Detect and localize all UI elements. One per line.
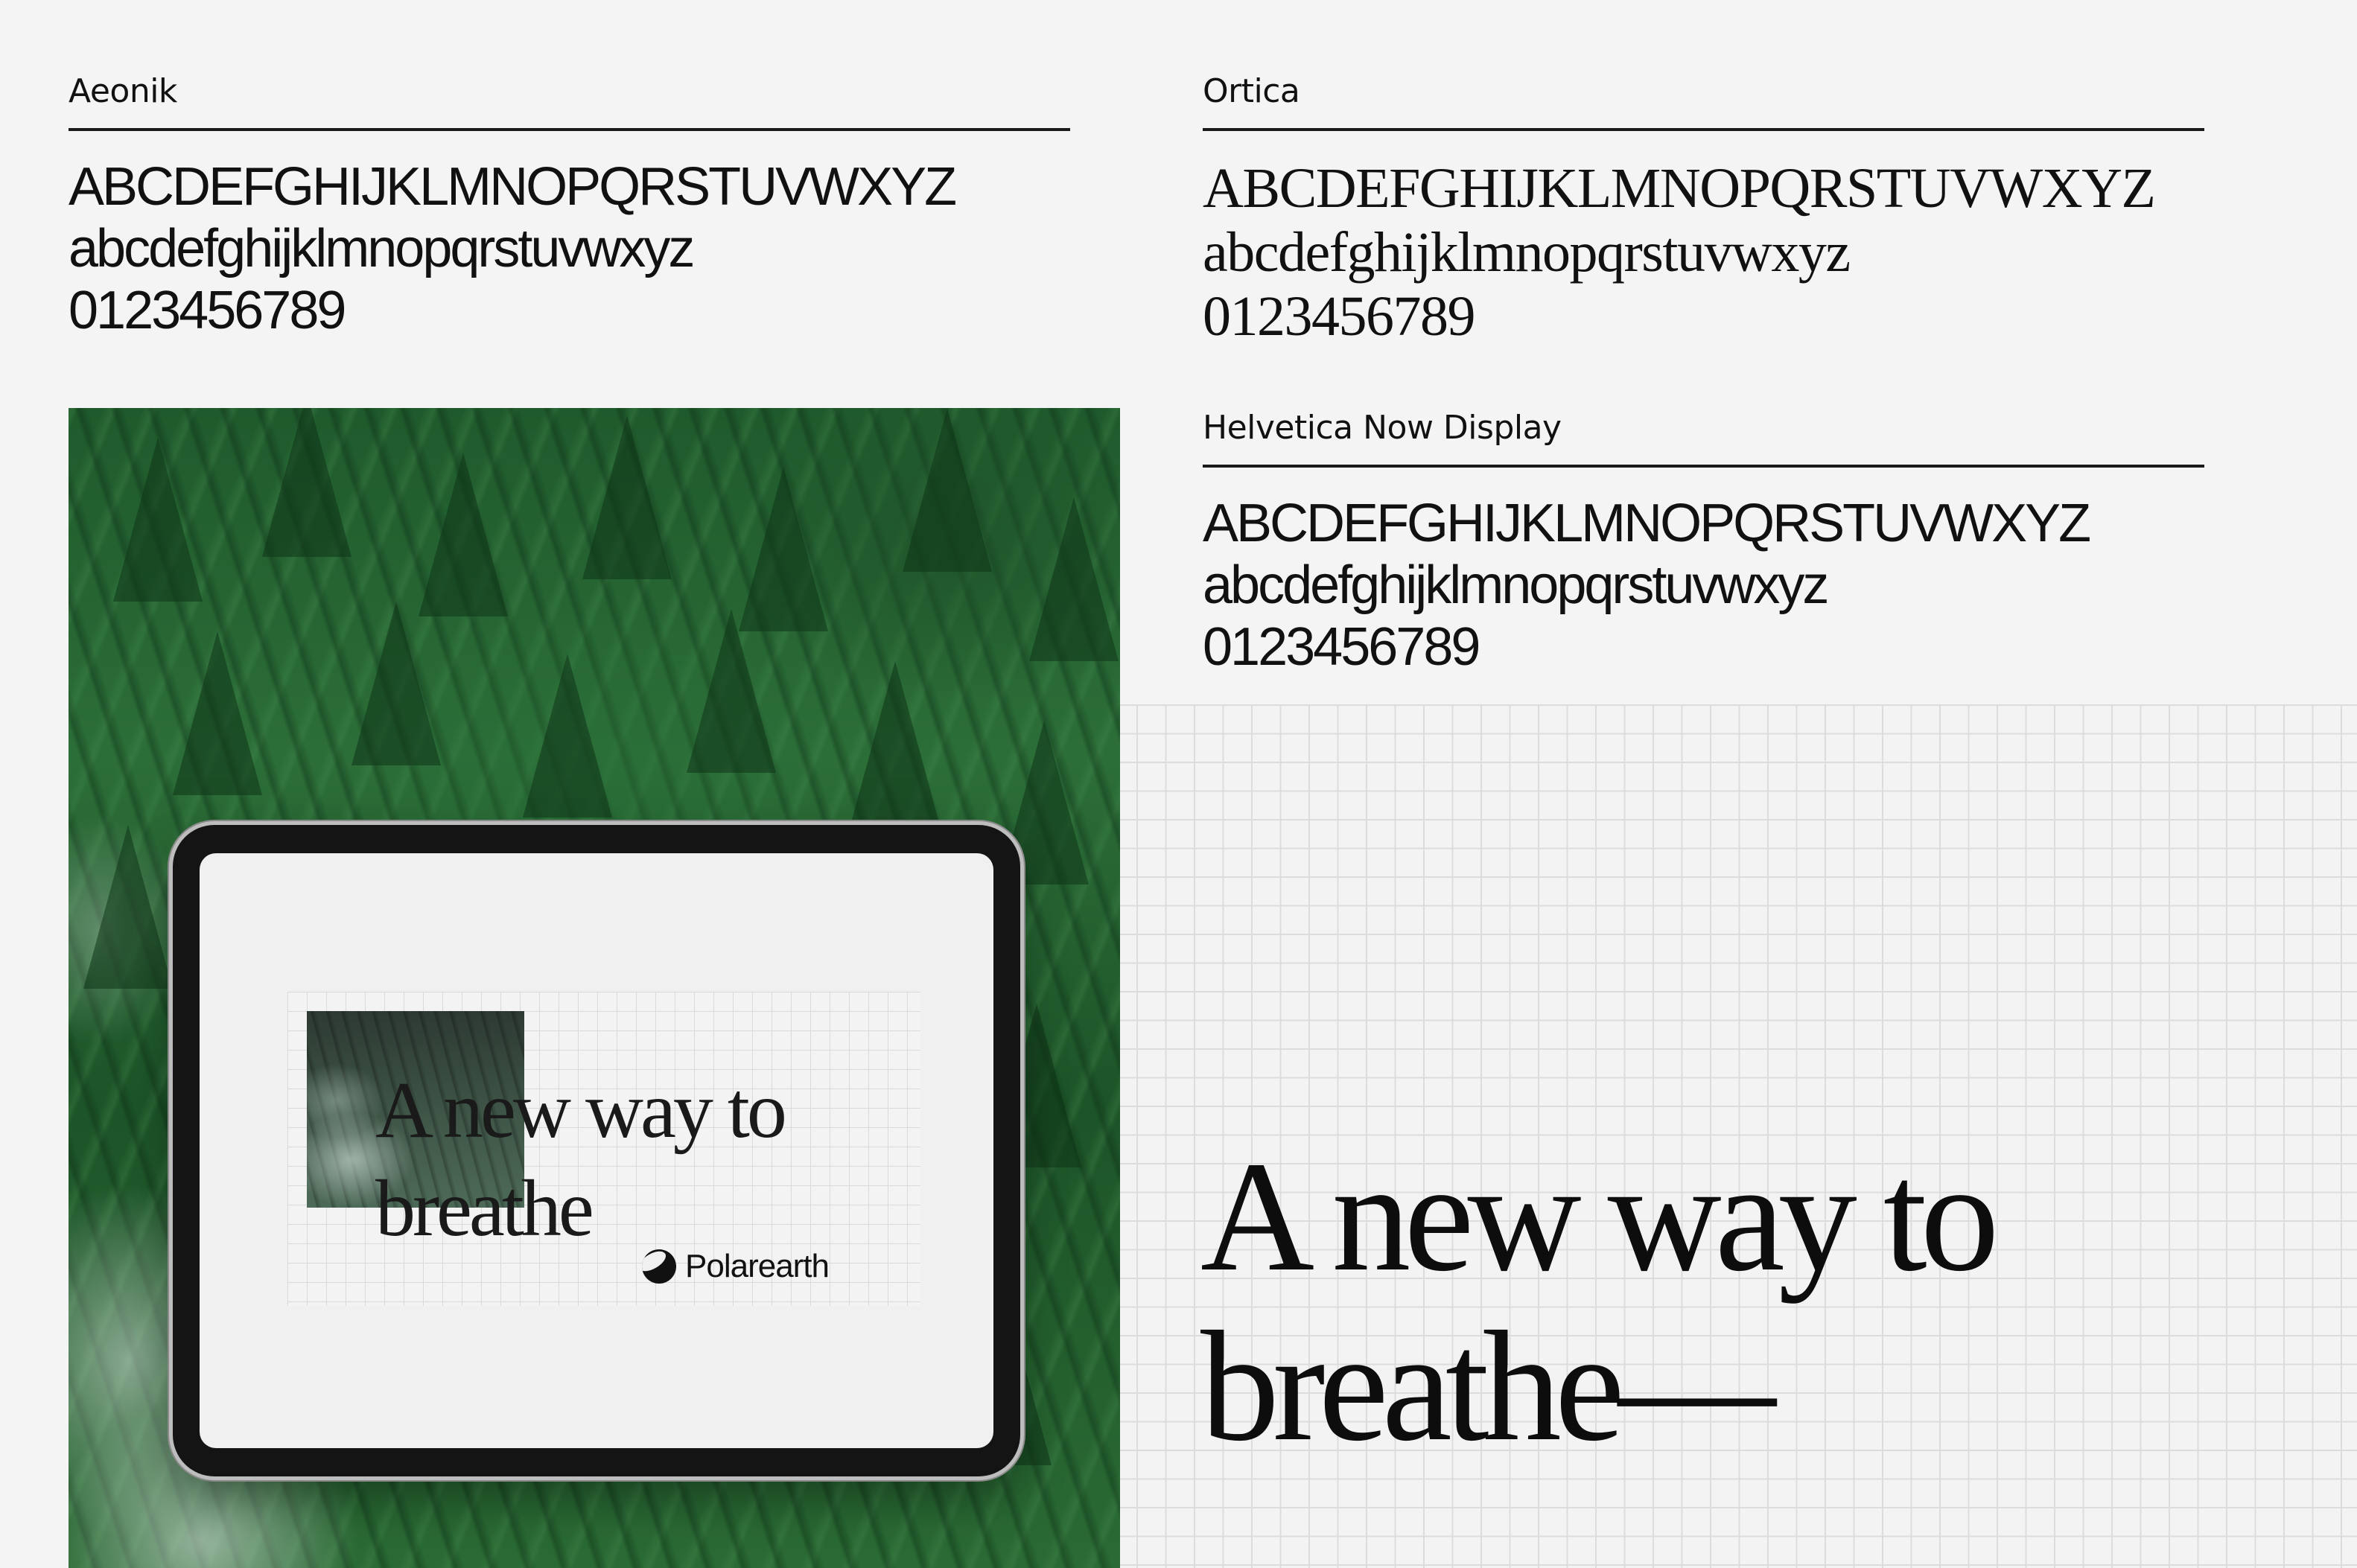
font-specimen-ortica: Ortica ABCDEFGHIJKLMNOPQRSTUVWXYZ abcdef… bbox=[1203, 71, 2204, 348]
uppercase-glyphs: ABCDEFGHIJKLMNOPQRSTUVWXYZ bbox=[1203, 157, 2156, 220]
tablet-headline-line-1: A new way to bbox=[375, 1066, 787, 1155]
hero-headline-line-2: breathe— bbox=[1200, 1298, 1776, 1473]
font-name-label: Aeonik bbox=[69, 72, 177, 110]
divider bbox=[1203, 128, 2204, 131]
tree-shape bbox=[1029, 497, 1119, 661]
tree-shape bbox=[582, 415, 672, 579]
font-name-label: Helvetica Now Display bbox=[1203, 409, 1562, 447]
tree-shape bbox=[113, 438, 203, 602]
lowercase-glyphs: abcdefghijklmnopqrstuvwxyz bbox=[1203, 555, 1829, 615]
hero-headline: A new way to breathe— bbox=[1200, 1129, 2000, 1473]
tablet-headline: A new way to breathe bbox=[375, 1062, 837, 1258]
divider bbox=[69, 128, 1070, 131]
digit-glyphs: 0123456789 bbox=[1203, 285, 1476, 348]
uppercase-glyphs: ABCDEFGHIJKLMNOPQRSTUVWXYZ bbox=[1203, 494, 2091, 553]
tree-shape bbox=[352, 602, 441, 765]
font-specimen-aeonik: Aeonik ABCDEFGHIJKLMNOPQRSTUVWXYZ abcdef… bbox=[69, 71, 1070, 342]
uppercase-glyphs: ABCDEFGHIJKLMNOPQRSTUVWXYZ bbox=[69, 157, 957, 217]
tree-shape bbox=[523, 654, 612, 818]
hero-headline-line-1: A new way to bbox=[1200, 1129, 2000, 1304]
glyph-set: ABCDEFGHIJKLMNOPQRSTUVWXYZ abcdefghijklm… bbox=[1203, 493, 2204, 678]
tree-shape bbox=[173, 631, 262, 795]
tree-shape bbox=[419, 453, 508, 616]
font-specimen-helvetica-now-display: Helvetica Now Display ABCDEFGHIJKLMNOPQR… bbox=[1203, 408, 2204, 678]
tree-shape bbox=[850, 661, 940, 825]
digit-glyphs: 0123456789 bbox=[69, 281, 346, 340]
polarearth-logo-icon bbox=[642, 1249, 676, 1284]
divider bbox=[1203, 465, 2204, 468]
tree-shape bbox=[739, 468, 828, 631]
font-name-label: Ortica bbox=[1203, 72, 1300, 110]
tree-shape bbox=[687, 609, 776, 773]
tablet-mockup: A new way to breathe Polarearth bbox=[173, 825, 1020, 1476]
lowercase-glyphs: abcdefghijklmnopqrstuvwxyz bbox=[69, 219, 695, 278]
tree-shape bbox=[903, 408, 992, 572]
brand-name: Polarearth bbox=[685, 1248, 830, 1284]
tree-shape bbox=[83, 825, 173, 989]
tree-shape bbox=[262, 408, 352, 557]
lowercase-glyphs: abcdefghijklmnopqrstuvwxyz bbox=[1203, 221, 1851, 284]
tablet-screen: A new way to breathe Polarearth bbox=[200, 853, 993, 1448]
brand-logo: Polarearth bbox=[642, 1248, 830, 1285]
glyph-set: ABCDEFGHIJKLMNOPQRSTUVWXYZ abcdefghijklm… bbox=[69, 156, 1070, 342]
glyph-set: ABCDEFGHIJKLMNOPQRSTUVWXYZ abcdefghijklm… bbox=[1203, 156, 2204, 348]
tablet-headline-line-2: breathe bbox=[375, 1164, 594, 1253]
digit-glyphs: 0123456789 bbox=[1203, 617, 1480, 677]
